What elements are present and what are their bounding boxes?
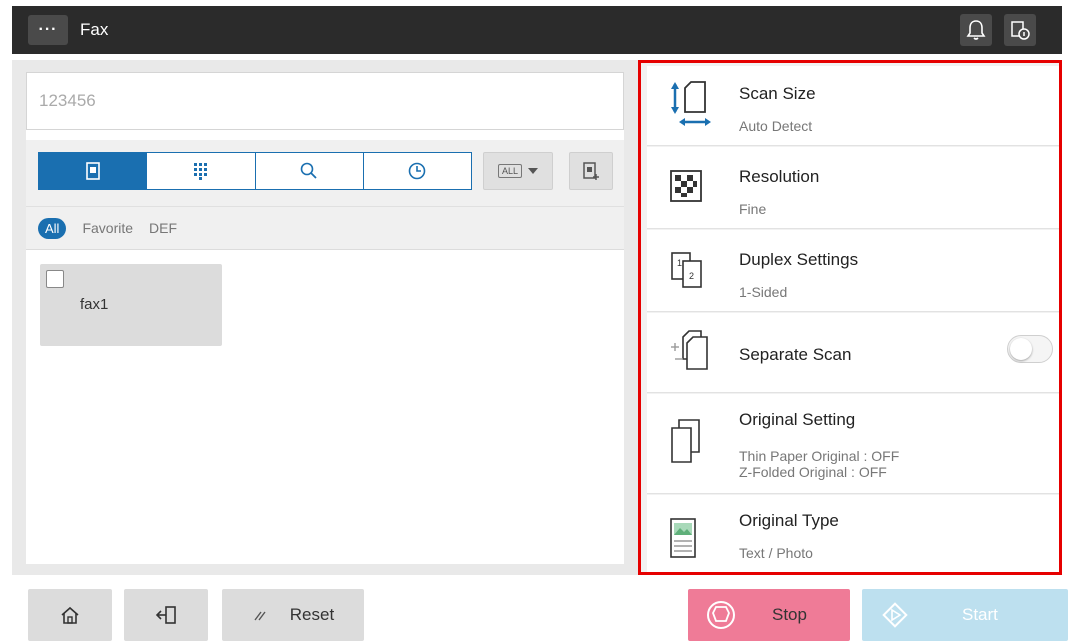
- setting-title: Scan Size: [739, 84, 816, 103]
- header-icons: [960, 14, 1036, 46]
- setting-value: Text / Photo: [739, 545, 813, 561]
- setting-original-type[interactable]: Original Type Text / Photo: [647, 495, 1059, 572]
- tab-area: ALL: [26, 140, 624, 206]
- tab-history[interactable]: [364, 153, 471, 189]
- start-icon: [882, 602, 908, 628]
- tab-keypad[interactable]: [147, 153, 256, 189]
- setting-title: Duplex Settings: [739, 250, 859, 269]
- menu-button[interactable]: ···: [28, 15, 68, 45]
- page-title: Fax: [80, 20, 109, 39]
- clock-icon: [409, 162, 426, 180]
- setting-value-line-1: Thin Paper Original : OFF: [739, 448, 900, 464]
- resolution-icon: [670, 170, 702, 202]
- setting-value: 1-Sided: [739, 284, 788, 300]
- duplex-icon: 1 2: [671, 252, 702, 288]
- scan-size-icon: [671, 81, 711, 126]
- reset-button[interactable]: Reset: [222, 589, 364, 641]
- filter-all[interactable]: All: [38, 217, 67, 239]
- destination-panel: 123456 ALL All Favorite DEF fax1: [12, 60, 638, 575]
- original-setting-icon: [671, 419, 700, 463]
- header: ··· Fax: [0, 0, 1068, 60]
- start-label: Start: [962, 605, 998, 624]
- keypad-icon: [193, 163, 207, 180]
- user-info-button[interactable]: [1004, 14, 1036, 46]
- chevron-down-icon: [528, 168, 538, 174]
- filter-row: All Favorite DEF: [26, 206, 624, 250]
- home-icon: [61, 606, 79, 624]
- setting-title: Original Type: [739, 511, 839, 530]
- logout-button[interactable]: [124, 589, 208, 641]
- original-type-icon: [670, 518, 696, 558]
- address-book-icon: [85, 162, 100, 180]
- stop-icon: [707, 601, 735, 629]
- destination-list: fax1: [26, 250, 624, 564]
- settings-panel: Scan Size Auto Detect Resolution Fine 1 …: [638, 60, 1062, 575]
- index-dropdown[interactable]: ALL: [483, 152, 553, 190]
- setting-value: Auto Detect: [739, 118, 813, 134]
- logout-icon: [155, 606, 176, 624]
- footer: Reset Stop Start: [0, 575, 1068, 641]
- svg-text:1: 1: [677, 258, 682, 268]
- setting-scan-size[interactable]: Scan Size Auto Detect: [647, 66, 1059, 146]
- index-chip: ALL: [497, 164, 522, 178]
- address-book-detail-button[interactable]: [569, 152, 613, 190]
- destination-name: fax1: [80, 296, 109, 313]
- address-book-detail-icon: [583, 162, 599, 180]
- destination-item[interactable]: fax1: [40, 264, 222, 346]
- setting-title: Original Setting: [739, 410, 856, 429]
- filter-favorite[interactable]: Favorite: [82, 220, 133, 236]
- stop-label: Stop: [772, 605, 807, 624]
- setting-value: Fine: [739, 201, 767, 217]
- bell-icon: [966, 20, 986, 40]
- tab-bar: [38, 152, 472, 190]
- notification-button[interactable]: [960, 14, 992, 46]
- setting-duplex[interactable]: 1 2 Duplex Settings 1-Sided: [647, 230, 1059, 312]
- setting-separate-scan[interactable]: Separate Scan: [647, 313, 1059, 393]
- search-icon: [300, 162, 317, 179]
- home-button[interactable]: [28, 589, 112, 641]
- setting-value-line-2: Z-Folded Original : OFF: [739, 464, 887, 480]
- destination-input[interactable]: 123456: [26, 72, 624, 130]
- separate-scan-toggle[interactable]: [1007, 335, 1053, 363]
- reset-icon: [254, 611, 266, 621]
- setting-title: Separate Scan: [739, 345, 852, 364]
- setting-title: Resolution: [739, 167, 820, 186]
- destination-checkbox[interactable]: [46, 270, 64, 288]
- filter-def[interactable]: DEF: [149, 220, 177, 236]
- setting-original[interactable]: Original Setting Thin Paper Original : O…: [647, 394, 1059, 494]
- user-info-icon: [1011, 21, 1030, 40]
- start-button[interactable]: Start: [862, 589, 1068, 641]
- title-bar: ··· Fax: [12, 6, 1062, 54]
- tab-search[interactable]: [256, 153, 364, 189]
- menu-dots-icon: ···: [38, 21, 58, 38]
- svg-text:2: 2: [689, 271, 694, 281]
- destination-panel-inner: 123456 ALL All Favorite DEF fax1: [26, 72, 624, 564]
- setting-resolution[interactable]: Resolution Fine: [647, 147, 1059, 229]
- separate-scan-icon: [671, 330, 708, 370]
- stop-button[interactable]: Stop: [688, 589, 850, 641]
- reset-label: Reset: [289, 605, 335, 624]
- tab-address-book[interactable]: [39, 153, 148, 189]
